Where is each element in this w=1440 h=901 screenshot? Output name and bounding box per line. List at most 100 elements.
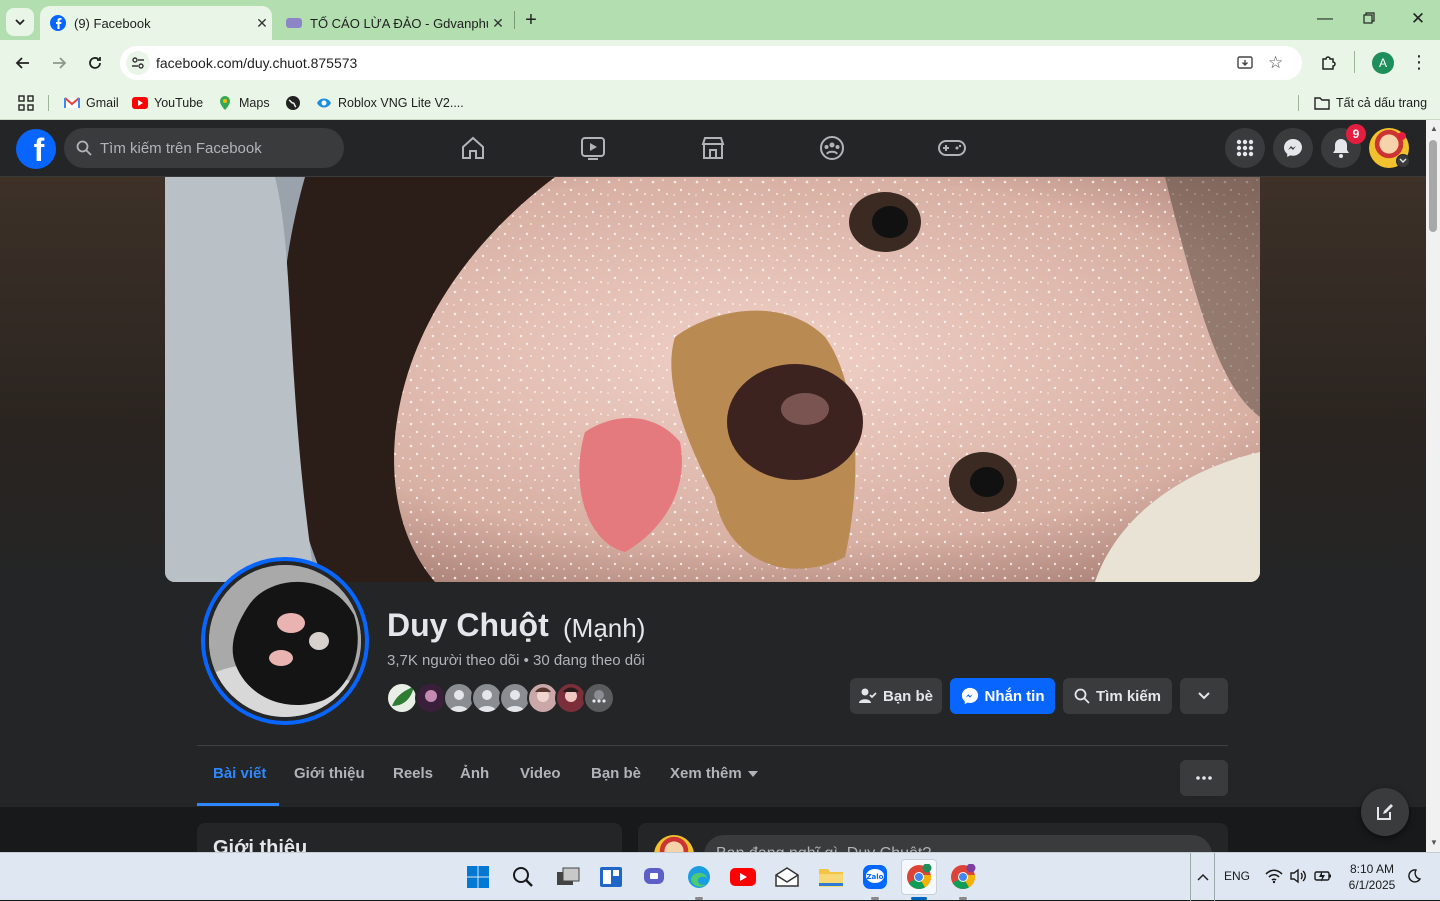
teams-chat[interactable] — [637, 859, 673, 895]
youtube-app[interactable] — [725, 859, 761, 895]
more-options-dropdown[interactable] — [1180, 678, 1228, 714]
scroll-down-icon[interactable]: ▼ — [1430, 838, 1438, 847]
address-bar[interactable]: facebook.com/duy.chuot.875573 ☆ — [120, 46, 1302, 80]
menu-button[interactable] — [1225, 128, 1265, 168]
cover-image — [165, 177, 1260, 582]
widgets[interactable] — [593, 859, 629, 895]
follower-stats[interactable]: 3,7K người theo dõi • 30 đang theo dõi — [387, 652, 645, 669]
tab-see-more[interactable]: Xem thêm — [670, 765, 758, 782]
friend-avatar[interactable] — [386, 682, 418, 714]
install-app-icon[interactable] — [1236, 54, 1254, 77]
tab-friends[interactable]: Bạn bè — [591, 765, 641, 782]
tab-reels[interactable]: Reels — [393, 765, 433, 782]
url-text: facebook.com/duy.chuot.875573 — [156, 55, 358, 71]
system-clock[interactable]: 8:10 AM 6/1/2025 — [1342, 861, 1402, 893]
profile-picture[interactable] — [201, 557, 369, 725]
edge-browser[interactable] — [681, 859, 717, 895]
profile-avatar[interactable]: A — [1372, 52, 1394, 74]
reload-button[interactable] — [80, 48, 110, 78]
tab-posts[interactable]: Bài viết — [213, 765, 266, 782]
search-profile-button[interactable]: Tìm kiếm — [1063, 678, 1172, 714]
close-tab-icon[interactable]: ✕ — [488, 15, 508, 32]
bookmark-maps[interactable]: Maps — [217, 92, 270, 114]
tab-facebook[interactable]: (9) Facebook ✕ — [40, 6, 272, 40]
all-bookmarks-button[interactable]: Tất cả dấu trang — [1314, 92, 1427, 114]
composer-avatar[interactable] — [654, 835, 694, 852]
nav-gaming[interactable] — [932, 128, 972, 168]
bookmark-youtube[interactable]: YouTube — [132, 92, 203, 114]
chrome-icon — [951, 864, 976, 890]
forward-button[interactable] — [44, 48, 74, 78]
show-hidden-icons[interactable] — [1190, 853, 1215, 901]
tab-about[interactable]: Giới thiệu — [294, 765, 365, 782]
bookmark-roblox[interactable]: Roblox VNG Lite V2.... — [316, 92, 464, 114]
close-tab-icon[interactable]: ✕ — [252, 15, 272, 32]
new-message-button[interactable] — [1361, 788, 1409, 836]
tab-photos[interactable]: Ảnh — [460, 765, 489, 782]
close-window-button[interactable]: ✕ — [1408, 9, 1428, 29]
scroll-up-icon[interactable]: ▲ — [1430, 124, 1438, 133]
chrome-app-profile-t[interactable] — [945, 859, 981, 895]
back-button[interactable] — [8, 48, 38, 78]
facebook-favicon-icon — [50, 15, 66, 31]
nav-marketplace[interactable] — [693, 128, 733, 168]
battery-icon[interactable] — [1313, 868, 1333, 889]
task-view[interactable] — [550, 859, 586, 895]
search-placeholder: Tìm kiếm trên Facebook — [100, 139, 262, 157]
page-scrollbar[interactable]: ▲ ▼ — [1426, 120, 1440, 852]
profile-image — [209, 565, 361, 717]
bookmark-star-icon[interactable]: ☆ — [1268, 53, 1283, 73]
marketplace-icon — [701, 137, 725, 159]
tab-to-cao[interactable]: TỐ CÁO LỪA ĐẢO - Gdvanphuc ✕ — [276, 6, 508, 40]
restore-icon — [1363, 12, 1375, 24]
focus-moon-icon[interactable] — [1406, 868, 1422, 889]
more-friends-icon[interactable] — [583, 682, 615, 714]
notification-badge: 9 — [1346, 124, 1366, 144]
messenger-button[interactable] — [1273, 128, 1313, 168]
facebook-header: f Tìm kiếm trên Facebook 9 — [0, 120, 1426, 177]
menu-kebab-icon[interactable]: ⋮ — [1410, 52, 1428, 73]
mail-app[interactable] — [769, 859, 805, 895]
wifi-icon[interactable] — [1265, 868, 1283, 889]
start-button[interactable] — [460, 859, 496, 895]
scrollbar-thumb[interactable] — [1429, 140, 1437, 232]
nav-groups[interactable] — [812, 128, 852, 168]
maximize-button[interactable] — [1362, 11, 1378, 27]
chrome-app-active[interactable] — [901, 859, 937, 895]
cover-photo[interactable] — [165, 177, 1260, 582]
tab-video[interactable]: Video — [520, 765, 561, 782]
bookmark-gmail[interactable]: Gmail — [64, 92, 119, 114]
new-tab-button[interactable]: + — [520, 9, 542, 31]
chevron-down-icon — [1198, 692, 1210, 700]
extensions-button[interactable] — [1314, 48, 1344, 78]
minimize-button[interactable]: — — [1314, 10, 1336, 30]
nav-home[interactable] — [453, 128, 493, 168]
search-icon — [1074, 688, 1090, 704]
facebook-logo-icon[interactable]: f — [16, 129, 56, 169]
file-explorer[interactable] — [813, 859, 849, 895]
friends-button[interactable]: Bạn bè — [850, 678, 942, 714]
chat-icon — [644, 868, 664, 884]
active-tab-indicator — [197, 803, 279, 806]
site-info-icon[interactable] — [126, 51, 150, 75]
bell-icon — [1333, 139, 1349, 158]
volume-icon[interactable] — [1289, 868, 1307, 889]
nav-video[interactable] — [573, 128, 613, 168]
arrow-right-icon — [53, 57, 67, 69]
roblox-icon — [316, 95, 332, 111]
profile-more-button[interactable] — [1180, 760, 1228, 796]
bookmark-globe[interactable] — [285, 92, 307, 114]
taskbar-search[interactable] — [505, 859, 541, 895]
message-button[interactable]: Nhắn tin — [950, 678, 1055, 714]
facebook-search-input[interactable]: Tìm kiếm trên Facebook — [64, 128, 344, 168]
zalo-app[interactable]: Zalo — [857, 859, 893, 895]
account-dropdown-icon[interactable] — [1396, 154, 1410, 168]
language-indicator[interactable]: ENG — [1224, 869, 1250, 883]
post-composer-card: Bạn đang nghĩ gì, Duy Chuột? — [638, 823, 1228, 852]
messenger-icon — [1284, 139, 1302, 157]
apps-grid-icon — [18, 95, 34, 111]
composer-input[interactable]: Bạn đang nghĩ gì, Duy Chuột? — [704, 835, 1212, 852]
apps-button[interactable] — [18, 92, 34, 114]
globe-icon — [285, 95, 301, 111]
tab-search-button[interactable] — [6, 8, 34, 36]
